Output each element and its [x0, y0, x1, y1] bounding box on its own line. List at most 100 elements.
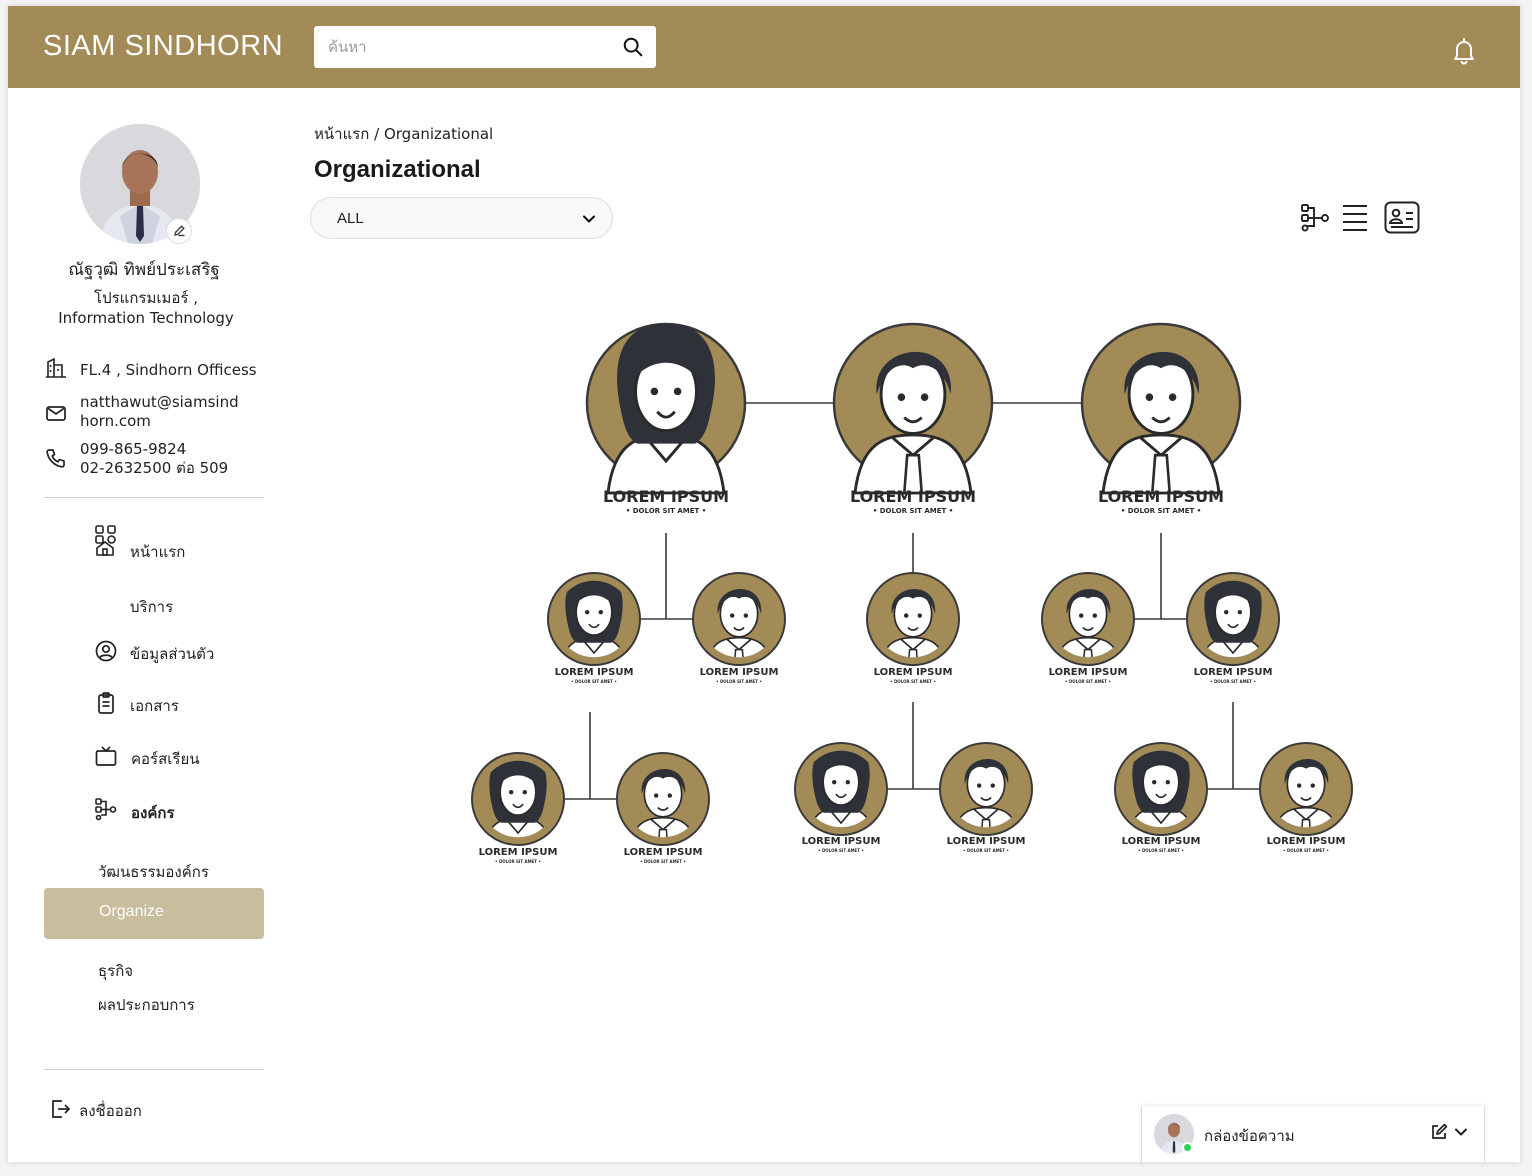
user-circle-icon [95, 640, 117, 662]
list-view-icon[interactable] [1337, 200, 1373, 236]
org-node-title: • DOLOR SIT AMET • [872, 507, 954, 515]
sidebar-item-services[interactable]: บริการ [130, 595, 173, 619]
sidebar-label-personal: ข้อมูลส่วนตัว [130, 645, 215, 663]
sidebar-label-culture: วัฒนธรรมองค์กร [98, 863, 209, 881]
org-node-name: LOREM IPSUM [554, 667, 634, 678]
org-node-title: • DOLOR SIT AMET • [1065, 679, 1111, 684]
org-node-l3-6 [1259, 742, 1353, 836]
org-node-name: LOREM IPSUM [1048, 667, 1128, 678]
org-node-title: • DOLOR SIT AMET • [571, 679, 617, 684]
org-node-l3-4 [939, 742, 1033, 836]
logout-label: ลงชื่อออก [79, 1102, 142, 1120]
org-node-lead-3 [1080, 322, 1242, 495]
sidebar-label-performance: ผลประกอบการ [98, 996, 195, 1014]
org-node-name: LOREM IPSUM [1097, 487, 1225, 506]
phone-icon [46, 449, 65, 468]
top-bar: SIAM SINDHORN [8, 6, 1520, 88]
org-node-name: LOREM IPSUM [801, 836, 881, 847]
org-node-name: LOREM IPSUM [946, 836, 1026, 847]
sidebar: ณัฐวุฒิ ทิพย์ประเสริฐ โปรแกรมเมอร์ , Inf… [44, 88, 264, 1162]
edit-icon [174, 225, 185, 237]
org-node-title: • DOLOR SIT AMET • [495, 859, 541, 864]
org-node-title: • DOLOR SIT AMET • [818, 848, 864, 853]
org-node-title: • DOLOR SIT AMET • [640, 859, 686, 864]
sidebar-item-organize[interactable]: Organize [44, 888, 264, 939]
online-status-dot [1182, 1142, 1193, 1153]
location-text: FL.4 , Sindhorn Officess [80, 361, 257, 379]
org-node-name: LOREM IPSUM [849, 487, 977, 506]
sidebar-item-culture[interactable]: วัฒนธรรมองค์กร [98, 860, 209, 884]
filter-select[interactable]: ALL [310, 197, 613, 239]
org-node-name: LOREM IPSUM [623, 847, 703, 858]
sidebar-label-home: หน้าแรก [130, 543, 186, 561]
sidebar-label-business: ธุรกิจ [98, 962, 134, 980]
org-node-lead-2 [832, 322, 994, 495]
org-node-name: LOREM IPSUM [1193, 667, 1273, 678]
org-node-title: • DOLOR SIT AMET • [1210, 679, 1256, 684]
edit-avatar-button[interactable] [166, 218, 192, 244]
org-node-l2-2 [692, 572, 786, 666]
sidebar-item-business[interactable]: ธุรกิจ [98, 959, 133, 983]
org-node-l2-1 [547, 572, 641, 666]
org-node-title: • DOLOR SIT AMET • [1283, 848, 1329, 853]
sidebar-label-organization: องค์กร [131, 804, 175, 822]
building-icon [46, 357, 66, 378]
email-line1[interactable]: natthawut@siamsind [80, 393, 239, 412]
org-chart-view-icon[interactable] [1298, 200, 1334, 236]
org-node-name: LOREM IPSUM [602, 487, 730, 506]
sidebar-label-organize: Organize [99, 903, 164, 920]
org-node-l3-5 [1114, 742, 1208, 836]
clipboard-icon [98, 692, 114, 714]
org-node-l3-3 [794, 742, 888, 836]
mail-icon [46, 406, 66, 421]
sidebar-item-performance[interactable]: ผลประกอบการ [98, 993, 195, 1017]
filter-value: ALL [337, 210, 364, 227]
email-line2[interactable]: horn.com [80, 412, 151, 431]
profile-role: โปรแกรมเมอร์ , Information Technology [44, 288, 248, 328]
logout-icon [52, 1100, 71, 1118]
org-flow-icon [95, 798, 117, 821]
compose-icon[interactable] [1429, 1122, 1449, 1142]
message-box[interactable]: กล่องข้อความ [1141, 1106, 1485, 1162]
org-node-l3-1 [471, 752, 565, 846]
profile-position: โปรแกรมเมอร์ , [94, 289, 198, 307]
org-node-title: • DOLOR SIT AMET • [963, 848, 1009, 853]
search-input[interactable] [328, 26, 608, 68]
org-node-l2-4 [1041, 572, 1135, 666]
phone-line1[interactable]: 099-865-9824 [80, 440, 186, 459]
sidebar-label-documents: เอกสาร [130, 697, 179, 715]
page-title: Organizational [314, 156, 481, 183]
card-view-icon[interactable] [1384, 200, 1420, 236]
org-node-title: • DOLOR SIT AMET • [1120, 507, 1202, 515]
sidebar-label-courses: คอร์สเรียน [131, 750, 200, 768]
sidebar-divider [44, 497, 264, 498]
profile-avatar [80, 124, 200, 244]
org-node-title: • DOLOR SIT AMET • [625, 507, 707, 515]
sidebar-label-services: บริการ [130, 598, 174, 616]
bell-icon[interactable] [1448, 34, 1480, 66]
tv-icon [95, 746, 117, 766]
org-node-name: LOREM IPSUM [1121, 836, 1201, 847]
org-chart [471, 321, 1353, 846]
breadcrumb: หน้าแรก / Organizational [314, 125, 494, 143]
org-node-name: LOREM IPSUM [699, 667, 779, 678]
chevron-down-icon [583, 215, 595, 223]
search-box[interactable] [314, 26, 656, 68]
phone-line2[interactable]: 02-2632500 ต่อ 509 [80, 459, 228, 478]
org-node-name: LOREM IPSUM [873, 667, 953, 678]
profile-department: Information Technology [58, 309, 234, 327]
org-node-name: LOREM IPSUM [1266, 836, 1346, 847]
message-box-label: กล่องข้อความ [1204, 1127, 1295, 1145]
org-node-name: LOREM IPSUM [478, 847, 558, 858]
brand-logo[interactable]: SIAM SINDHORN [43, 30, 283, 63]
org-node-l2-5 [1186, 572, 1280, 666]
org-node-title: • DOLOR SIT AMET • [716, 679, 762, 684]
app-frame: SIAM SINDHORN ณ [8, 6, 1520, 1162]
org-node-title: • DOLOR SIT AMET • [890, 679, 936, 684]
search-icon[interactable] [622, 36, 644, 58]
org-node-lead-1 [585, 321, 747, 495]
profile-name: ณัฐวุฒิ ทิพย์ประเสริฐ [68, 260, 220, 280]
chevron-down-icon[interactable] [1453, 1124, 1469, 1140]
sidebar-bottom-divider [44, 1069, 264, 1070]
home-grid-icon [95, 525, 116, 556]
